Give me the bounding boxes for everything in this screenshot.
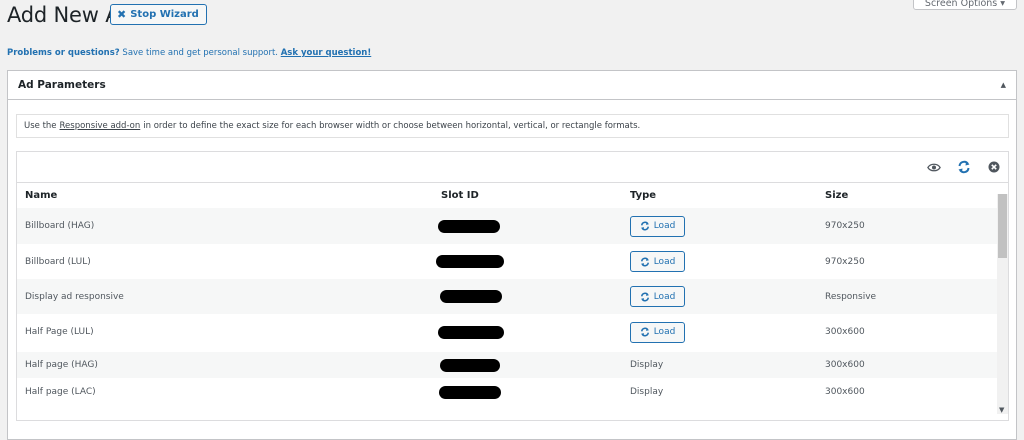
- close-x-icon: ✖: [117, 8, 127, 21]
- ad-units-table: Name Slot ID Type Size Billboard (HAG) Lo…: [16, 151, 1009, 421]
- row-name: Half page (LAC): [25, 387, 96, 397]
- stop-wizard-label: Stop Wizard: [130, 9, 199, 20]
- table-toolbar: [17, 152, 1008, 183]
- panel-title: Ad Parameters: [18, 79, 106, 91]
- refresh-icon: [640, 221, 649, 231]
- redaction-mark: [438, 325, 504, 339]
- slot-id-cell: [440, 279, 502, 314]
- help-middle: Save time and get personal support.: [119, 48, 281, 58]
- redaction-mark: [440, 290, 502, 303]
- refresh-icon: [640, 327, 649, 337]
- size-cell: 970x250: [825, 256, 865, 267]
- table-row: Half Page (LUL) Load 300x600: [17, 314, 997, 350]
- scrollbar-thumb[interactable]: [998, 194, 1007, 258]
- notice-after: in order to define the exact size for ea…: [143, 121, 641, 131]
- column-header-name: Name: [25, 190, 58, 201]
- row-name: Billboard (HAG): [25, 221, 95, 231]
- load-button[interactable]: Load: [630, 215, 685, 237]
- redaction-mark: [438, 219, 500, 233]
- ad-parameters-panel: Ad Parameters ▲ Use the Responsive add-o…: [7, 70, 1017, 440]
- load-button[interactable]: Load: [630, 251, 685, 272]
- table-row: Half page (LAC) Display 300x600: [17, 378, 997, 406]
- type-label: Display: [630, 360, 664, 370]
- type-cell: Load: [630, 244, 685, 279]
- row-name: Half Page (LUL): [25, 327, 94, 337]
- slot-id-cell: [439, 378, 501, 406]
- table-row: Billboard (LUL) Load 970x250: [17, 244, 997, 279]
- load-button-label: Load: [653, 291, 676, 302]
- slot-id-cell: [438, 314, 504, 350]
- slot-id-cell: [438, 208, 500, 244]
- type-cell: Load: [630, 314, 685, 350]
- size-cell: 300x600: [825, 360, 865, 370]
- table-row: Half page (HAG) Display 300x600: [17, 352, 997, 378]
- load-button-label: Load: [653, 221, 676, 231]
- load-button[interactable]: Load: [630, 286, 685, 307]
- help-line: Problems or questions? Save time and get…: [7, 48, 371, 58]
- redaction-mark: [436, 255, 504, 268]
- type-cell: Display: [630, 352, 663, 378]
- column-header-size: Size: [825, 190, 849, 201]
- type-cell: Display: [630, 378, 663, 406]
- refresh-icon: [640, 257, 649, 266]
- responsive-notice: Use the Responsive add-on in order to de…: [16, 114, 1009, 138]
- table-row: Display ad responsive Load Responsive: [17, 279, 997, 314]
- slot-id-cell: [440, 352, 500, 378]
- load-button-label: Load: [653, 256, 676, 267]
- close-circle-icon[interactable]: [987, 160, 1001, 174]
- slot-id-cell: [436, 244, 504, 279]
- responsive-addon-link[interactable]: Responsive add-on: [60, 121, 141, 131]
- notice-before: Use the: [24, 121, 57, 131]
- stop-wizard-button[interactable]: ✖ Stop Wizard: [110, 4, 207, 25]
- ask-question-link[interactable]: Ask your question!: [281, 48, 372, 58]
- scroll-down-icon[interactable]: ▼: [999, 406, 1004, 414]
- refresh-icon: [640, 292, 649, 301]
- type-cell: Load: [630, 279, 685, 314]
- column-header-type: Type: [630, 190, 657, 201]
- load-button[interactable]: Load: [630, 321, 685, 343]
- panel-header[interactable]: Ad Parameters ▲: [8, 71, 1016, 100]
- eye-icon[interactable]: [927, 160, 941, 174]
- table-row: Billboard (HAG) Load 970x250: [17, 208, 997, 244]
- triangle-up-icon[interactable]: ▲: [1001, 81, 1006, 89]
- column-header-slot-id: Slot ID: [441, 190, 479, 201]
- redaction-mark: [439, 385, 501, 399]
- row-name: Display ad responsive: [25, 291, 124, 302]
- help-prefix: Problems or questions?: [7, 48, 120, 58]
- row-name: Billboard (LUL): [25, 256, 91, 267]
- redaction-mark: [440, 358, 500, 372]
- load-button-label: Load: [653, 327, 676, 337]
- screen-options-label: Screen Options: [924, 0, 998, 9]
- refresh-icon[interactable]: [957, 160, 971, 174]
- size-cell: 970x250: [825, 221, 865, 231]
- type-label: Display: [630, 387, 664, 397]
- type-cell: Load: [630, 208, 685, 244]
- table-scrollbar[interactable]: ▼: [997, 194, 1008, 414]
- size-cell: 300x600: [825, 327, 865, 337]
- size-cell: 300x600: [825, 387, 865, 397]
- screen-options-button[interactable]: Screen Options ▾: [913, 0, 1017, 10]
- row-name: Half page (HAG): [25, 360, 98, 370]
- size-cell: Responsive: [825, 291, 877, 302]
